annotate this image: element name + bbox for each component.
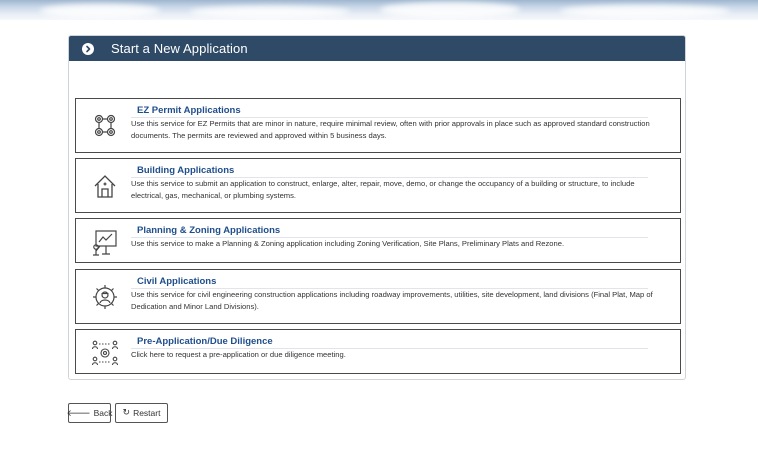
- engineer-gear-icon: [90, 282, 120, 312]
- card-civil[interactable]: Civil Applications Use this service for …: [75, 269, 681, 324]
- card-building[interactable]: Building Applications Use this service t…: [75, 158, 681, 213]
- chevron-right-circle-icon: [82, 42, 94, 55]
- back-button[interactable]: 🡐 Back: [66, 403, 113, 423]
- card-title-civil[interactable]: Civil Applications: [137, 276, 216, 287]
- card-pre-application[interactable]: Pre-Application/Due Diligence Click here…: [75, 329, 681, 374]
- panel-header: Start a New Application: [69, 36, 685, 61]
- card-title-building[interactable]: Building Applications: [137, 165, 234, 176]
- card-description: Click here to request a pre-application …: [131, 350, 346, 359]
- restart-button-label: Restart: [133, 408, 161, 418]
- header-banner-image: [0, 0, 758, 20]
- card-title-planning-zoning[interactable]: Planning & Zoning Applications: [137, 225, 280, 236]
- arrow-left-icon: 🡐: [66, 408, 91, 419]
- card-planning-zoning[interactable]: Planning & Zoning Applications Use this …: [75, 218, 681, 263]
- card-description: Use this service to make a Planning & Zo…: [131, 239, 565, 248]
- card-description: Use this service for civil engineering c…: [131, 290, 653, 311]
- presentation-icon: [90, 227, 120, 257]
- card-title-ez-permit[interactable]: EZ Permit Applications: [137, 105, 241, 116]
- card-title-pre-application[interactable]: Pre-Application/Due Diligence: [137, 336, 273, 347]
- card-ez-permit[interactable]: EZ Permit Applications Use this service …: [75, 98, 681, 153]
- card-description: Use this service for EZ Permits that are…: [131, 119, 650, 140]
- gears-icon: [90, 111, 120, 141]
- meeting-icon: [90, 338, 120, 368]
- house-icon: [90, 171, 120, 201]
- new-application-panel: Start a New Application EZ Permit Applic…: [68, 35, 686, 380]
- panel-title: Start a New Application: [111, 41, 248, 56]
- card-description: Use this service to submit an applicatio…: [131, 179, 635, 200]
- refresh-icon: ↻: [122, 408, 131, 418]
- restart-button[interactable]: ↻ Restart: [115, 403, 168, 423]
- back-button-label: Back: [93, 408, 113, 418]
